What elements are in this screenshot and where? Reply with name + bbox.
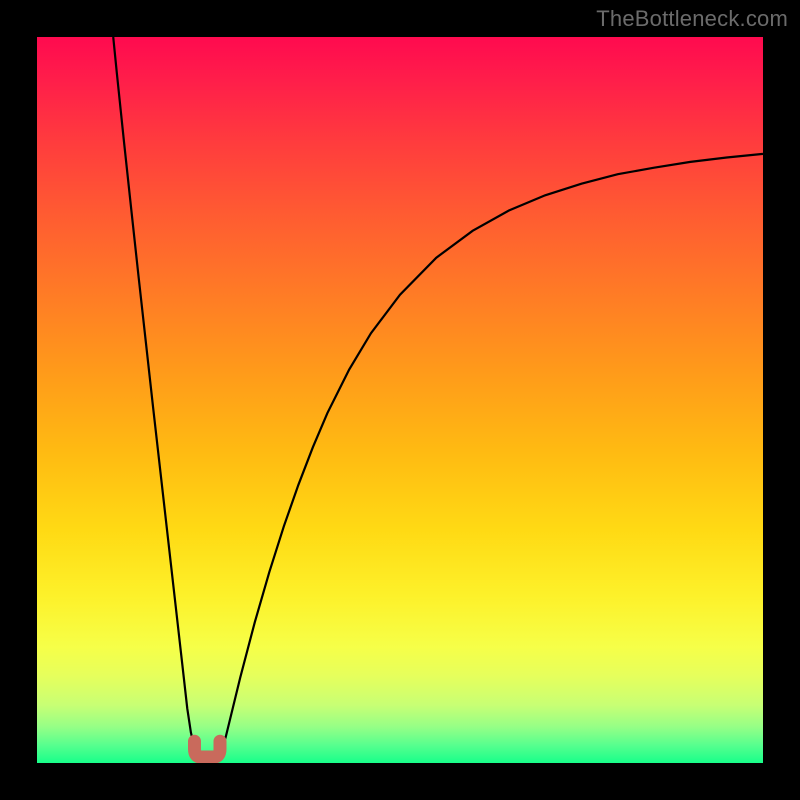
chart-frame: TheBottleneck.com [0,0,800,800]
plot-area [37,37,763,763]
curve-right-branch [215,154,763,761]
watermark-text: TheBottleneck.com [596,6,788,32]
bottleneck-curve [37,37,763,763]
curve-left-branch [113,37,200,760]
